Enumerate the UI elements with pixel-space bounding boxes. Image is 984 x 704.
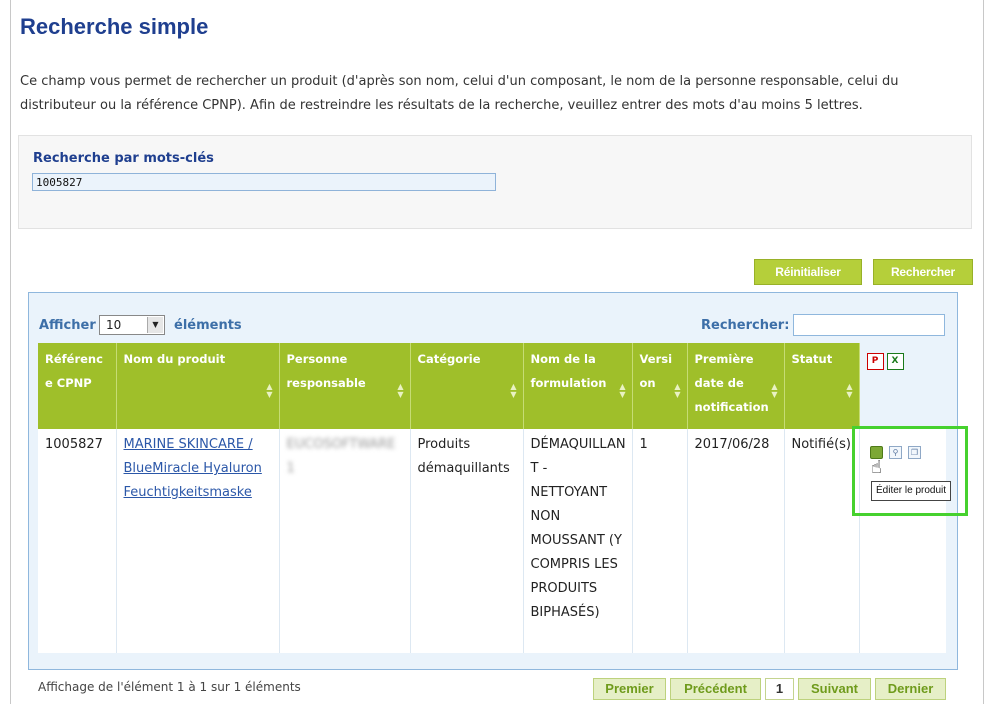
keyword-search-panel: Recherche par mots-clés 1005827 — [18, 135, 972, 229]
hand-cursor-icon: ☝ — [871, 457, 882, 478]
edit-tooltip: Éditer le produit — [871, 481, 952, 501]
pagination-last[interactable]: Dernier — [875, 678, 946, 700]
excel-icon[interactable]: X — [886, 353, 904, 370]
col-header-export: PX — [859, 343, 946, 429]
cell-status: Notifié(s) — [784, 429, 860, 653]
chevron-down-icon[interactable]: ▼ — [147, 317, 163, 333]
results-panel: Afficher 10 ▼ éléments Rechercher: Référ… — [28, 292, 958, 670]
page-title: Recherche simple — [20, 14, 209, 39]
pagination-first[interactable]: Premier — [593, 678, 666, 700]
col-header-first-date[interactable]: Première date de notification ▲ ▼ — [687, 343, 785, 429]
cell-first-date: 2017/06/28 — [687, 429, 785, 653]
page-size-select[interactable]: 10 ▼ — [99, 315, 165, 335]
cell-category: Produits démaquillants — [410, 429, 524, 653]
intro-text: Ce champ vous permet de rechercher un pr… — [20, 74, 899, 113]
keyword-search-input[interactable]: 1005827 — [32, 173, 496, 191]
col-header-product[interactable]: Nom du produit ▲ ▼ — [116, 343, 280, 429]
filter-input[interactable] — [793, 314, 945, 336]
sort-icon: ▲ ▼ — [771, 382, 778, 399]
show-suffix: éléments — [174, 318, 242, 333]
sort-icon: ▲ ▼ — [510, 382, 517, 399]
sort-icon: ▲ ▼ — [619, 382, 626, 399]
search-button[interactable]: Rechercher — [873, 259, 973, 285]
cell-formulation: DÉMAQUILLAN T - NETTOYANT NON MOUSSANT (… — [523, 429, 633, 653]
show-label: Afficher — [39, 318, 96, 333]
page-size-value: 10 — [106, 318, 122, 332]
col-header-formulation[interactable]: Nom de la formulation ▲ ▼ — [523, 343, 633, 429]
col-header-responsible[interactable]: Personne responsable ▲ ▼ — [279, 343, 411, 429]
cell-product: MARINE SKINCARE / BlueMiracle Hyaluron F… — [116, 429, 280, 653]
col-header-category[interactable]: Catégorie ▲ ▼ — [410, 343, 524, 429]
table-header-row: Référenc e CPNP Nom du produit ▲ ▼ Personn… — [38, 343, 946, 429]
cell-ref: 1005827 — [38, 429, 117, 653]
sort-icon: ▲ ▼ — [674, 382, 681, 399]
sort-icon: ▲ ▼ — [266, 382, 273, 399]
sort-icon: ▲ ▼ — [846, 382, 853, 399]
table-row: 1005827 MARINE SKINCARE / BlueMiracle Hy… — [38, 429, 946, 653]
col-header-ref[interactable]: Référenc e CPNP — [38, 343, 117, 429]
pagination-next[interactable]: Suivant — [798, 678, 871, 700]
reset-button[interactable]: Réinitialiser — [754, 259, 862, 285]
pagination-prev[interactable]: Précédent — [670, 678, 761, 700]
highlight-box — [852, 426, 968, 516]
col-header-version[interactable]: Versi on ▲ ▼ — [632, 343, 688, 429]
pdf-icon[interactable]: P — [866, 353, 884, 370]
cell-responsible: EUCOSOFTWARE 1 — [279, 429, 411, 653]
pagination-current[interactable]: 1 — [765, 678, 794, 700]
responsible-name: EUCOSOFTWARE 1 — [286, 437, 396, 476]
keyword-search-label: Recherche par mots-clés — [33, 151, 214, 166]
cell-version: 1 — [632, 429, 688, 653]
col-header-status[interactable]: Statut ▲ ▼ — [784, 343, 860, 429]
filter-label: Rechercher: — [701, 318, 790, 333]
product-link[interactable]: MARINE SKINCARE / BlueMiracle Hyaluron F… — [124, 437, 262, 500]
sort-icon: ▲ ▼ — [397, 382, 404, 399]
results-table: Référenc e CPNP Nom du produit ▲ ▼ Personn… — [38, 343, 946, 653]
results-info: Affichage de l'élément 1 à 1 sur 1 éléme… — [38, 680, 301, 694]
